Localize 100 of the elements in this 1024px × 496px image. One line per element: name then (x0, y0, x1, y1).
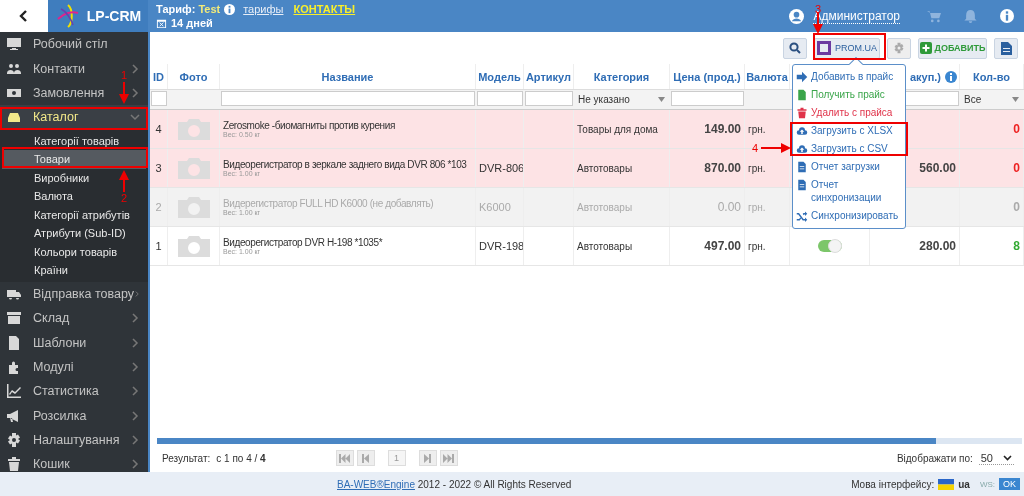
chevron-left-icon (19, 10, 29, 22)
document-icon (6, 334, 22, 351)
menu-item[interactable]: Добавить в прайс (795, 67, 903, 85)
model-cell: DVR-198 (479, 240, 523, 252)
per-page-select[interactable]: 50 (978, 451, 1014, 465)
info-icon[interactable] (1000, 9, 1014, 23)
menu-item[interactable]: Загрузить с XLSX (795, 121, 903, 139)
price-filter-field[interactable] (671, 91, 744, 106)
sidebar-item[interactable]: Кошик (6, 456, 70, 472)
archive-icon (6, 310, 22, 327)
next-page-icon (424, 453, 432, 463)
info-icon[interactable] (945, 70, 957, 83)
last-page-button[interactable] (439, 450, 458, 466)
column-header[interactable]: Фото (179, 70, 208, 83)
camera-icon (175, 234, 212, 258)
monitor-icon (6, 36, 22, 53)
submenu-item[interactable]: Категорії атрибутів (34, 208, 130, 221)
category-filter-select[interactable]: Не указано (575, 91, 669, 108)
currency-cell: грн. (748, 240, 766, 252)
submenu-item[interactable]: Виробники (34, 171, 90, 184)
sync-toggle[interactable] (817, 240, 842, 252)
ws-status-badge: OK (999, 478, 1020, 490)
menu-item[interactable]: Отчет загрузки (795, 157, 903, 175)
sidebar-item[interactable]: Робочий стіл (6, 36, 108, 53)
per-page-label: Відображати по: (896, 452, 973, 464)
submenu-item[interactable]: Кольори товарів (34, 245, 118, 258)
sidebar-item[interactable]: Склад (6, 310, 70, 327)
flag-icon[interactable] (938, 478, 955, 490)
id-cell: 4 (155, 123, 162, 135)
purchase-price-cell: 560.00 (919, 161, 956, 175)
search-icon (789, 42, 801, 54)
bell-icon[interactable] (964, 9, 977, 23)
engine-link[interactable]: BA-WEB®Engine (337, 478, 415, 490)
chevron-down-icon (1003, 454, 1012, 461)
currency-cell: грн. (748, 123, 766, 135)
category-cell: Автотовары (577, 201, 633, 213)
info-icon[interactable] (224, 3, 236, 15)
sidebar-item[interactable]: Розсилка (6, 407, 87, 424)
prom-button[interactable]: PROM.UA (814, 37, 880, 59)
tariff-label: Тариф: Test (156, 2, 221, 16)
price-cell: 0.00 (717, 200, 741, 214)
settings-button[interactable] (887, 37, 911, 59)
caret-icon (658, 97, 665, 102)
id-filter-field[interactable] (151, 91, 167, 106)
previous-page-button[interactable] (356, 450, 375, 466)
sidebar-item[interactable]: Відправка товару (6, 285, 134, 302)
column-header[interactable]: Название (321, 70, 374, 83)
language-code[interactable]: ua (958, 478, 970, 490)
next-page-button[interactable] (418, 450, 437, 466)
column-header[interactable]: Цена (прод.) (673, 70, 741, 83)
result-label: Результат: (162, 452, 211, 464)
menu-item[interactable]: Синхронизировать (795, 206, 903, 224)
trash-icon (6, 456, 22, 472)
column-header[interactable]: Артикул (525, 70, 572, 83)
sidebar-item[interactable]: Замовлення (6, 84, 105, 101)
column-header[interactable]: Кол-во (972, 70, 1011, 83)
purchase-price-cell: 280.00 (919, 239, 956, 253)
column-header[interactable]: Валюта (746, 70, 788, 83)
column-header[interactable]: Модель (478, 70, 521, 83)
sidebar-item[interactable]: Модулі (6, 358, 74, 375)
product-name[interactable]: Видеорегистратор DVR H-198 *1035* (223, 237, 383, 248)
collapse-button[interactable] (0, 0, 48, 32)
submenu-item[interactable]: Валюта (34, 190, 73, 203)
plus-icon (919, 42, 932, 54)
model-filter-field[interactable] (477, 91, 523, 106)
submenu-item[interactable]: Країни (34, 264, 68, 277)
arrow-annotation (119, 82, 129, 104)
column-header[interactable]: акуп.) (909, 70, 941, 83)
step-number: 2 (121, 193, 128, 204)
cart-icon[interactable] (927, 9, 941, 23)
camera-icon (175, 156, 212, 180)
category-cell: Товары для дома (577, 123, 658, 135)
sidebar-item[interactable]: Шаблони (6, 334, 87, 351)
arrow-annotation (761, 143, 791, 153)
trial-days: 14 дней (171, 16, 213, 30)
category-cell: Автотовары (577, 240, 633, 252)
previous-page-icon (362, 453, 370, 463)
column-header[interactable]: ID (153, 70, 164, 83)
quantity-cell: 0 (1013, 161, 1020, 175)
sidebar-item[interactable]: Статистика (6, 383, 99, 400)
sidebar-item[interactable]: Контакти (6, 60, 85, 77)
product-name[interactable]: Видеорегистратор в зеркале заднего вида DVR 806 *103 (223, 159, 467, 170)
arrow-annotation (119, 170, 129, 192)
name-filter-field[interactable] (221, 91, 475, 106)
submenu-item[interactable]: Категорії товарів (34, 134, 120, 147)
column-header[interactable]: Категория (593, 70, 650, 83)
sidebar-item[interactable]: Налаштування (6, 432, 120, 449)
quantity-filter-select[interactable]: Все (961, 91, 1023, 108)
submenu-item[interactable]: Атрибути (Sub-ID) (34, 227, 126, 240)
gear-icon (6, 432, 22, 449)
horizontal-scrollbar[interactable] (157, 438, 1022, 444)
search-button[interactable] (783, 37, 807, 59)
document-button[interactable] (994, 37, 1018, 59)
caret-icon (1012, 97, 1019, 102)
product-name[interactable]: Zerosmoke -биомагниты против курения (223, 120, 395, 131)
sku-filter-field[interactable] (525, 91, 573, 106)
sidebar-item[interactable]: Каталог (0, 105, 148, 130)
user-icon[interactable] (789, 8, 805, 24)
first-page-button[interactable] (335, 450, 354, 466)
first-page-icon (339, 453, 351, 463)
